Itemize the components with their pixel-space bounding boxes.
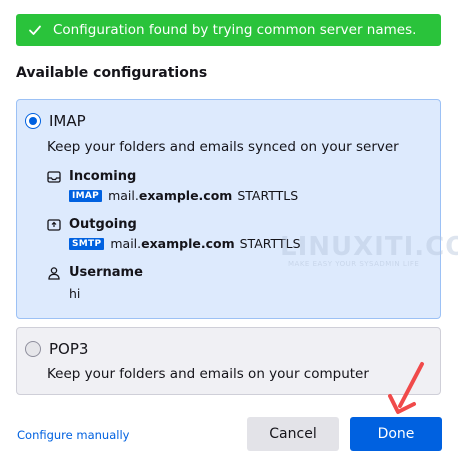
username-label: Username [69, 265, 143, 280]
success-banner: Configuration found by trying common ser… [16, 14, 441, 46]
incoming-security: STARTTLS [237, 188, 299, 203]
username-info: Username hi [47, 265, 143, 301]
username-value: hi [69, 286, 81, 301]
pop3-config-option[interactable]: POP3 Keep your folders and emails on you… [16, 327, 441, 395]
imap-label: IMAP [49, 112, 86, 130]
outbox-icon [47, 218, 61, 232]
account-setup-page: Configuration found by trying common ser… [0, 0, 458, 467]
imap-radio[interactable] [25, 113, 41, 129]
outgoing-protocol-badge: SMTP [69, 237, 105, 250]
incoming-label: Incoming [69, 169, 137, 184]
annotation-arrow-icon [388, 362, 424, 414]
imap-config-option[interactable]: IMAP Keep your folders and emails synced… [16, 99, 441, 319]
outgoing-label: Outgoing [69, 217, 137, 232]
pop3-radio-row[interactable]: POP3 [25, 340, 88, 358]
outgoing-host-prefix: mail. [110, 236, 142, 251]
incoming-host-domain: example.com [138, 188, 233, 203]
configure-manually-link[interactable]: Configure manually [17, 428, 129, 442]
incoming-host-prefix: mail. [108, 188, 139, 203]
imap-description: Keep your folders and emails synced on y… [47, 139, 399, 155]
check-icon [28, 22, 44, 38]
incoming-protocol-badge: IMAP [69, 189, 103, 202]
banner-text: Configuration found by trying common ser… [53, 22, 417, 38]
outgoing-host-domain: example.com [141, 236, 235, 251]
person-icon [47, 266, 61, 280]
cancel-button[interactable]: Cancel [247, 417, 339, 451]
section-title: Available configurations [16, 65, 208, 81]
watermark-tagline: MAKE EASY YOUR SYSADMIN LIFE [288, 260, 420, 268]
incoming-server: Incoming IMAP mail. example.com STARTTLS [47, 169, 298, 203]
inbox-icon [47, 170, 61, 184]
pop3-radio[interactable] [25, 341, 41, 357]
outgoing-server: Outgoing SMTP mail. example.com STARTTLS [47, 217, 301, 251]
pop3-description: Keep your folders and emails on your com… [47, 366, 369, 382]
done-button[interactable]: Done [350, 417, 442, 451]
imap-radio-row[interactable]: IMAP [25, 112, 86, 130]
watermark-logo-text: LINUXITI.COM [280, 232, 458, 262]
pop3-label: POP3 [49, 340, 89, 358]
